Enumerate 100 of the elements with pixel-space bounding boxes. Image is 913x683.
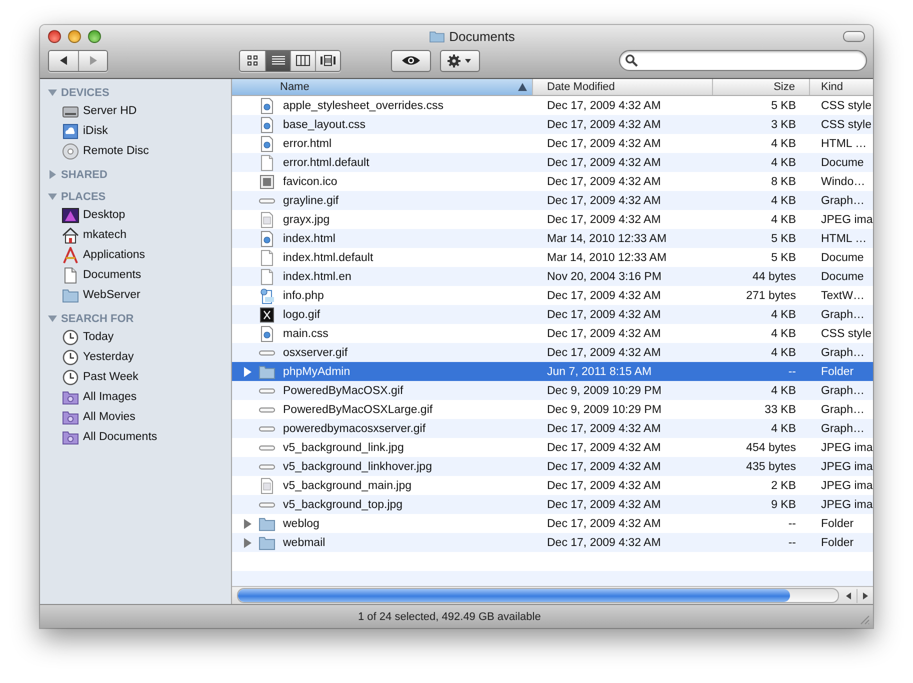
logo-file-icon [259, 306, 275, 322]
scrollbar-thumb[interactable] [238, 589, 790, 602]
date-modified: Dec 9, 2009 10:29 PM [547, 384, 662, 396]
file-size: 454 bytes [746, 442, 796, 454]
file-row[interactable]: index.html Mar 14, 2010 12:33 AM 5 KB HTML … [232, 229, 873, 248]
sidebar-item[interactable]: All Movies [83, 411, 136, 423]
column-header[interactable]: Date Modified [533, 79, 713, 95]
date-modified: Dec 17, 2009 4:32 AM [547, 518, 661, 530]
sidebar-item[interactable]: All Images [83, 391, 137, 403]
disclosure-triangle-icon[interactable] [243, 366, 252, 376]
file-kind: Docume [821, 252, 864, 264]
file-row[interactable]: index.html.en Nov 20, 2004 3:16 PM 44 bytes Docume [232, 267, 873, 286]
sidebar-item[interactable]: Documents [83, 269, 142, 281]
file-kind: JPEG ima [821, 442, 873, 454]
file-row[interactable]: logo.gif Dec 17, 2009 4:32 AM 4 KB Graph… [232, 305, 873, 324]
applications-icon [62, 246, 79, 264]
sidebar-item[interactable]: Today [83, 331, 114, 343]
disc-icon [62, 142, 79, 160]
sidebar-item[interactable]: Server HD [83, 105, 137, 117]
sidebar-item[interactable]: All Documents [83, 431, 158, 443]
file-row[interactable]: poweredbymacosxserver.gif Dec 17, 2009 4:32 AM 4 KB Graph… [232, 419, 873, 438]
column-header[interactable]: Name [232, 79, 533, 95]
file-size: -- [788, 366, 796, 378]
blank-document-icon [259, 154, 275, 170]
file-kind: JPEG ima [821, 480, 873, 492]
zoom-button[interactable] [88, 30, 101, 42]
back-button[interactable] [49, 50, 78, 70]
file-size: 9 KB [771, 498, 796, 510]
folder-icon [429, 30, 446, 42]
desktop-icon [62, 206, 79, 224]
disclosure-triangle-icon[interactable] [48, 314, 57, 323]
clock-icon [62, 348, 79, 366]
list-view-button[interactable] [265, 50, 290, 70]
file-name: error.html.default [283, 156, 370, 168]
sidebar-item[interactable]: WebServer [83, 289, 140, 301]
file-row[interactable]: PoweredByMacOSX.gif Dec 9, 2009 10:29 PM 4 KB Graph… [232, 381, 873, 400]
file-size: -- [788, 518, 796, 530]
toolbar-toggle-button[interactable] [843, 30, 865, 42]
action-menu-button[interactable] [440, 50, 480, 72]
web-document-icon [259, 230, 275, 246]
minimize-button[interactable] [68, 30, 81, 42]
sidebar-item[interactable]: Yesterday [83, 351, 134, 363]
file-name: v5_background_top.jpg [283, 498, 403, 510]
columns-icon [296, 55, 310, 66]
icon-view-button[interactable] [240, 50, 265, 70]
house-icon [62, 226, 79, 244]
smart-folder-icon [62, 428, 79, 446]
file-size: 3 KB [771, 118, 796, 130]
quick-look-button[interactable] [391, 50, 431, 72]
sidebar-item[interactable]: Past Week [83, 371, 138, 383]
coverflow-view-button[interactable] [315, 50, 340, 70]
horizontal-scrollbar[interactable] [232, 586, 873, 604]
sidebar-item[interactable]: iDisk [83, 125, 108, 137]
disclosure-triangle-icon[interactable] [48, 192, 57, 201]
file-name: info.php [283, 290, 324, 302]
file-row[interactable]: osxserver.gif Dec 17, 2009 4:32 AM 4 KB Graph… [232, 343, 873, 362]
file-kind: TextW… [821, 290, 864, 302]
date-modified: Mar 14, 2010 12:33 AM [547, 232, 667, 244]
file-size: 4 KB [771, 308, 796, 320]
date-modified: Dec 17, 2009 4:32 AM [547, 460, 661, 472]
file-kind: Folder [821, 366, 854, 378]
file-size: 4 KB [771, 156, 796, 168]
resize-grip-icon[interactable] [859, 614, 870, 625]
file-name: PoweredByMacOSXLarge.gif [283, 404, 433, 416]
sidebar-item[interactable]: mkatech [83, 229, 126, 241]
sidebar-item[interactable]: Applications [83, 249, 146, 261]
file-row[interactable]: base_layout.css Dec 17, 2009 4:32 AM 3 KB CSS style [232, 115, 873, 134]
file-kind: Folder [821, 518, 854, 530]
file-row[interactable]: v5_background_top.jpg Dec 17, 2009 4:32 AM 9 KB JPEG ima [232, 495, 873, 514]
column-header[interactable]: Size [713, 79, 810, 95]
close-button[interactable] [48, 30, 61, 42]
disclosure-triangle-icon[interactable] [48, 88, 57, 97]
column-header[interactable]: Kind [810, 79, 873, 95]
file-kind: Docume [821, 156, 864, 168]
file-row[interactable]: webmail Dec 17, 2009 4:32 AM -- Folder [232, 533, 873, 552]
selected-file-row[interactable]: phpMyAdmin Jun 7, 2011 8:15 AM -- Folder [232, 362, 873, 381]
file-row[interactable]: grayline.gif Dec 17, 2009 4:32 AM 4 KB Graph… [232, 191, 873, 210]
date-modified: Dec 17, 2009 4:32 AM [547, 156, 661, 168]
sidebar-item[interactable]: Desktop [83, 209, 126, 221]
file-name: grayline.gif [283, 194, 339, 206]
file-kind: Graph… [821, 384, 864, 396]
file-size: 4 KB [771, 328, 796, 340]
sidebar-section-title: SHARED [61, 168, 108, 180]
file-kind: Windo… [821, 176, 866, 188]
file-row[interactable]: v5_background_linkhover.jpg Dec 17, 2009 4:32 AM 435 bytes JPEG ima [232, 457, 873, 476]
forward-button[interactable] [78, 50, 107, 70]
column-view-button[interactable] [290, 50, 315, 70]
file-name: error.html [283, 138, 332, 150]
sidebar-item[interactable]: Remote Disc [83, 145, 149, 157]
date-modified: Dec 17, 2009 4:32 AM [547, 308, 661, 320]
file-name: favicon.ico [283, 176, 338, 188]
file-row[interactable]: error.html.default Dec 17, 2009 4:32 AM 4 KB Docume [232, 153, 873, 172]
file-name: grayx.jpg [283, 214, 330, 226]
grid-icon [247, 55, 258, 66]
disclosure-triangle-icon[interactable] [48, 170, 57, 179]
file-kind: HTML … [821, 138, 867, 150]
file-kind: CSS style [821, 118, 872, 130]
file-name: weblog [283, 518, 320, 530]
file-kind: JPEG ima [821, 214, 873, 226]
search-field[interactable] [619, 50, 867, 71]
